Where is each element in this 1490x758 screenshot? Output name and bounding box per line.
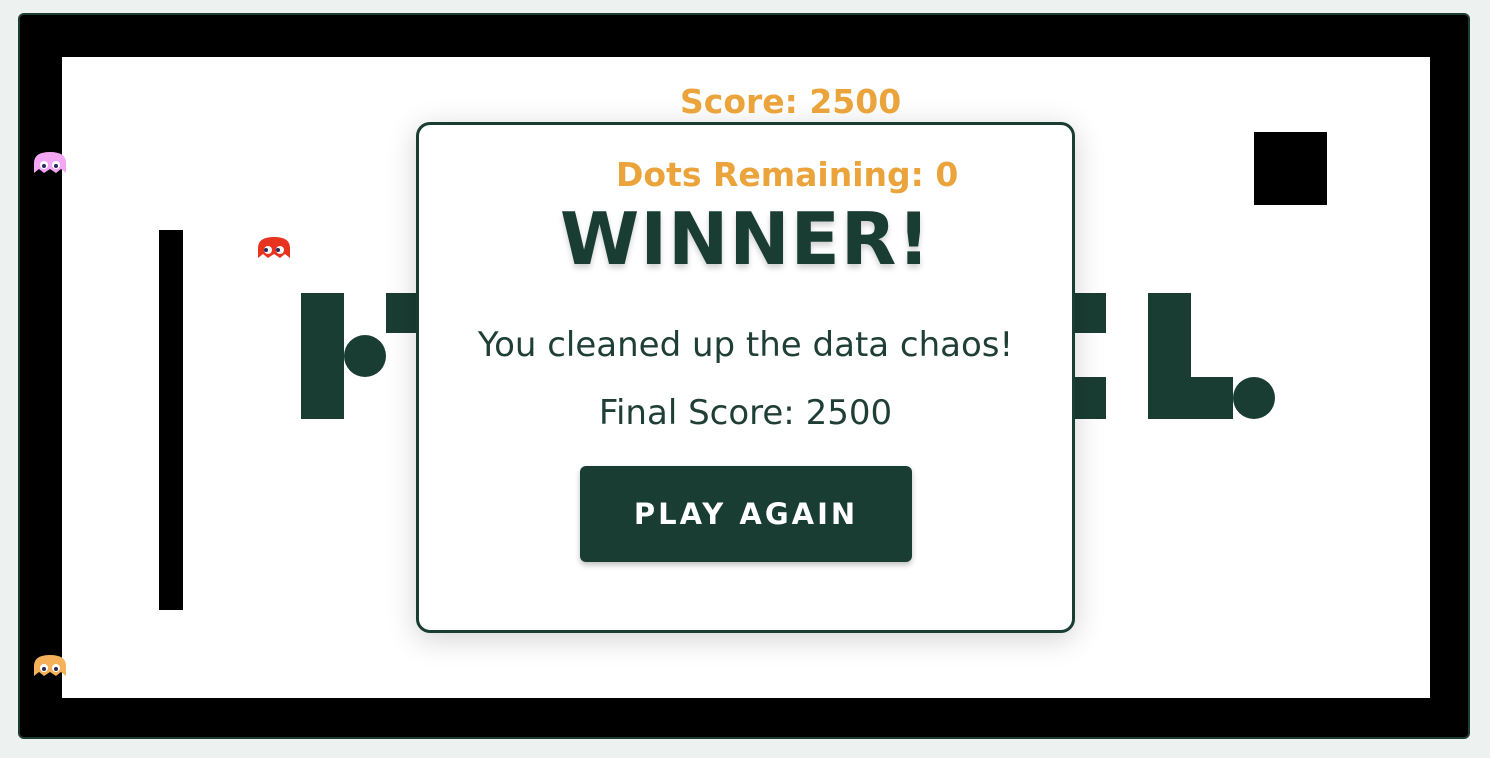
logo-dot [1233,377,1275,419]
pink-ghost-icon [34,152,66,173]
winner-title: WINNER! [559,197,932,281]
maze-wall-vertical [159,230,183,610]
maze-wall-block [1254,132,1327,205]
red-ghost-icon [258,237,290,258]
orange-ghost-icon [34,655,66,676]
logo-block [1191,377,1233,419]
logo-block [386,293,420,333]
logo-dot [344,335,386,377]
dots-remaining-display: Dots Remaining: 0 [616,155,959,194]
logo-block [1148,293,1191,419]
logo-block [301,293,344,419]
logo-block [1074,377,1106,419]
logo-block [1074,293,1106,333]
score-display: Score: 2500 [680,82,902,121]
winner-modal: WINNER! You cleaned up the data chaos! F… [416,122,1075,633]
final-score: Final Score: 2500 [598,393,893,433]
play-again-button[interactable]: PLAY AGAIN [580,466,912,562]
winner-message: You cleaned up the data chaos! [477,325,1014,365]
